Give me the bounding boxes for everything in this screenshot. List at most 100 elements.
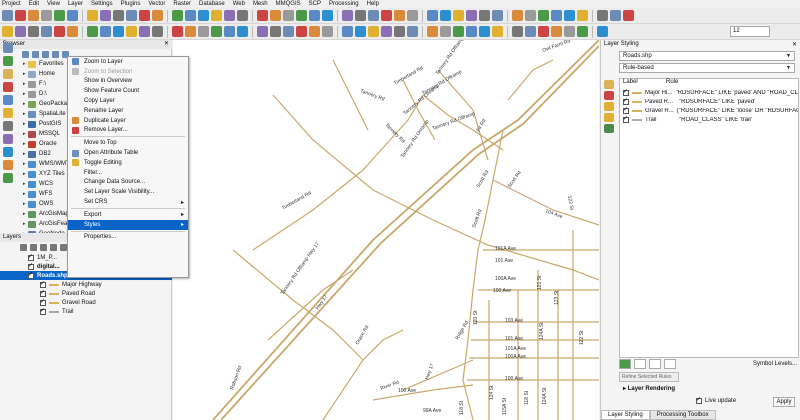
filter-icon[interactable] bbox=[42, 50, 49, 58]
layer-checkbox[interactable] bbox=[40, 280, 46, 288]
toolbar-tool-icon[interactable] bbox=[2, 26, 13, 37]
add-group-icon[interactable] bbox=[30, 243, 37, 251]
menu-item-rename-layer[interactable]: Rename Layer bbox=[68, 106, 188, 116]
toolbar-tool-icon[interactable] bbox=[597, 26, 608, 37]
menu-item-filter[interactable]: Filter... bbox=[68, 168, 188, 178]
toolbar-tool-icon[interactable] bbox=[67, 10, 78, 21]
rule-row[interactable]: Trail "ROAD_CLASS" LIKE 'trail' bbox=[620, 115, 798, 124]
menu-edit[interactable]: Edit bbox=[29, 0, 39, 8]
layer-checkbox[interactable] bbox=[28, 262, 34, 270]
add-layer-icon[interactable] bbox=[3, 69, 13, 79]
toolbar-tool-icon[interactable] bbox=[296, 26, 307, 37]
menu-help[interactable]: Help bbox=[367, 0, 379, 8]
menu-item-export[interactable]: Export ▸ bbox=[68, 210, 188, 220]
toolbar-tool-icon[interactable] bbox=[525, 10, 536, 21]
menu-item-show-in-overview[interactable]: Show in Overview bbox=[68, 77, 188, 87]
toolbar-tool-icon[interactable] bbox=[466, 26, 477, 37]
toolbar-tool-icon[interactable] bbox=[15, 26, 26, 37]
toolbar-tool-icon[interactable] bbox=[577, 26, 588, 37]
toolbar-tool-icon[interactable] bbox=[152, 10, 163, 21]
expand-arrow-icon[interactable]: ▸ bbox=[23, 121, 26, 127]
eye-icon[interactable] bbox=[40, 243, 47, 251]
toolbar-tool-icon[interactable] bbox=[538, 26, 549, 37]
toolbar-tool-icon[interactable] bbox=[453, 10, 464, 21]
rule-checkbox[interactable] bbox=[623, 115, 629, 123]
add-layer-icon[interactable] bbox=[3, 95, 13, 105]
rule-row[interactable]: Gravel R...("RDSURFACE" LIKE 'loose' OR … bbox=[620, 106, 798, 115]
close-icon[interactable]: ✕ bbox=[792, 41, 797, 48]
menu-item-show-feature-count[interactable]: Show Feature Count bbox=[68, 86, 188, 96]
rule-checkbox[interactable] bbox=[623, 97, 629, 105]
toolbar-tool-icon[interactable] bbox=[41, 26, 52, 37]
checkbox[interactable] bbox=[696, 396, 702, 404]
layer-item[interactable]: Gravel Road bbox=[0, 298, 172, 307]
toolbar-tool-icon[interactable] bbox=[100, 26, 111, 37]
tab-layer-styling[interactable]: Layer Styling bbox=[601, 410, 650, 420]
toolbar-tool-icon[interactable] bbox=[381, 26, 392, 37]
menu-item-zoom-to-layer[interactable]: Zoom to Layer bbox=[68, 57, 188, 67]
toolbar-tool-icon[interactable] bbox=[564, 10, 575, 21]
expand-arrow-icon[interactable]: ▸ bbox=[23, 101, 26, 107]
close-icon[interactable]: ✕ bbox=[164, 40, 169, 49]
toolbar-tool-icon[interactable] bbox=[479, 26, 490, 37]
toolbar-tool-icon[interactable] bbox=[283, 26, 294, 37]
expand-arrow-icon[interactable]: ▸ bbox=[23, 161, 26, 167]
menu-item-duplicate-layer[interactable]: Duplicate Layer bbox=[68, 116, 188, 126]
toolbar-tool-icon[interactable] bbox=[564, 26, 575, 37]
toolbar-tool-icon[interactable] bbox=[453, 26, 464, 37]
add-layer-icon[interactable] bbox=[3, 147, 13, 157]
toolbar-tool-icon[interactable] bbox=[126, 26, 137, 37]
toolbar-tool-icon[interactable] bbox=[185, 26, 196, 37]
toolbar-tool-icon[interactable] bbox=[427, 10, 438, 21]
menu-item-change-data-source[interactable]: Change Data Source... bbox=[68, 178, 188, 188]
toolbar-tool-icon[interactable] bbox=[224, 26, 235, 37]
layer-checkbox[interactable] bbox=[40, 307, 46, 315]
menu-item-set-layer-scale-visibility[interactable]: Set Layer Scale Visibility... bbox=[68, 187, 188, 197]
symbol-levels-button[interactable]: Symbol Levels... bbox=[753, 361, 797, 367]
toolbar-tool-icon[interactable] bbox=[237, 10, 248, 21]
toolbar-tool-icon[interactable] bbox=[407, 10, 418, 21]
toolbar-tool-icon[interactable] bbox=[407, 26, 418, 37]
expand-arrow-icon[interactable]: ▸ bbox=[23, 71, 26, 77]
toolbar-tool-icon[interactable] bbox=[427, 26, 438, 37]
toolbar-tool-icon[interactable] bbox=[577, 10, 588, 21]
menu-web[interactable]: Web bbox=[233, 0, 245, 8]
toolbar-tool-icon[interactable] bbox=[342, 26, 353, 37]
toolbar-tool-icon[interactable] bbox=[623, 10, 634, 21]
apply-button[interactable]: Apply bbox=[773, 397, 795, 407]
expand-arrow-icon[interactable]: ▸ bbox=[23, 141, 26, 147]
expand-arrow-icon[interactable]: ▸ bbox=[23, 171, 26, 177]
add-layer-icon[interactable] bbox=[3, 43, 13, 53]
menu-mesh[interactable]: Mesh bbox=[253, 0, 268, 8]
menu-settings[interactable]: Settings bbox=[91, 0, 113, 8]
toolbar-tool-icon[interactable] bbox=[355, 10, 366, 21]
menu-item-copy-layer[interactable]: Copy Layer bbox=[68, 96, 188, 106]
expand-arrow-icon[interactable]: ▸ bbox=[23, 151, 26, 157]
toolbar-tool-icon[interactable] bbox=[492, 10, 503, 21]
toolbar-tool-icon[interactable] bbox=[322, 26, 333, 37]
layer-item[interactable]: Major Highway bbox=[0, 280, 172, 289]
toolbar-tool-icon[interactable] bbox=[492, 26, 503, 37]
menu-processing[interactable]: Processing bbox=[329, 0, 359, 8]
layer-checkbox[interactable] bbox=[28, 253, 34, 261]
expand-arrow-icon[interactable]: ▸ bbox=[23, 61, 26, 67]
3d-icon[interactable] bbox=[604, 113, 614, 122]
toolbar-tool-icon[interactable] bbox=[113, 10, 124, 21]
toolbar-tool-icon[interactable] bbox=[237, 26, 248, 37]
menu-item-set-crs[interactable]: Set CRS ▸ bbox=[68, 197, 188, 207]
add-rule-icon[interactable] bbox=[619, 359, 631, 369]
toolbar-tool-icon[interactable] bbox=[610, 10, 621, 21]
rule-row[interactable]: Major Hi..."RDSURFACE" LIKE 'paved' AND … bbox=[620, 88, 798, 97]
expand-arrow-icon[interactable]: ▸ bbox=[23, 211, 26, 217]
toolbar-tool-icon[interactable] bbox=[2, 10, 13, 21]
toolbar-tool-icon[interactable] bbox=[309, 26, 320, 37]
toolbar-tool-icon[interactable] bbox=[512, 10, 523, 21]
remove-rule-icon[interactable] bbox=[634, 359, 646, 369]
layer-item[interactable]: Trail bbox=[0, 307, 172, 316]
menu-mmqgis[interactable]: MMQGIS bbox=[276, 0, 301, 8]
toolbar-tool-icon[interactable] bbox=[342, 10, 353, 21]
toolbar-tool-icon[interactable] bbox=[368, 10, 379, 21]
expand-icon[interactable] bbox=[60, 243, 67, 251]
refresh-icon[interactable] bbox=[32, 50, 39, 58]
menu-plugins[interactable]: Plugins bbox=[121, 0, 141, 8]
